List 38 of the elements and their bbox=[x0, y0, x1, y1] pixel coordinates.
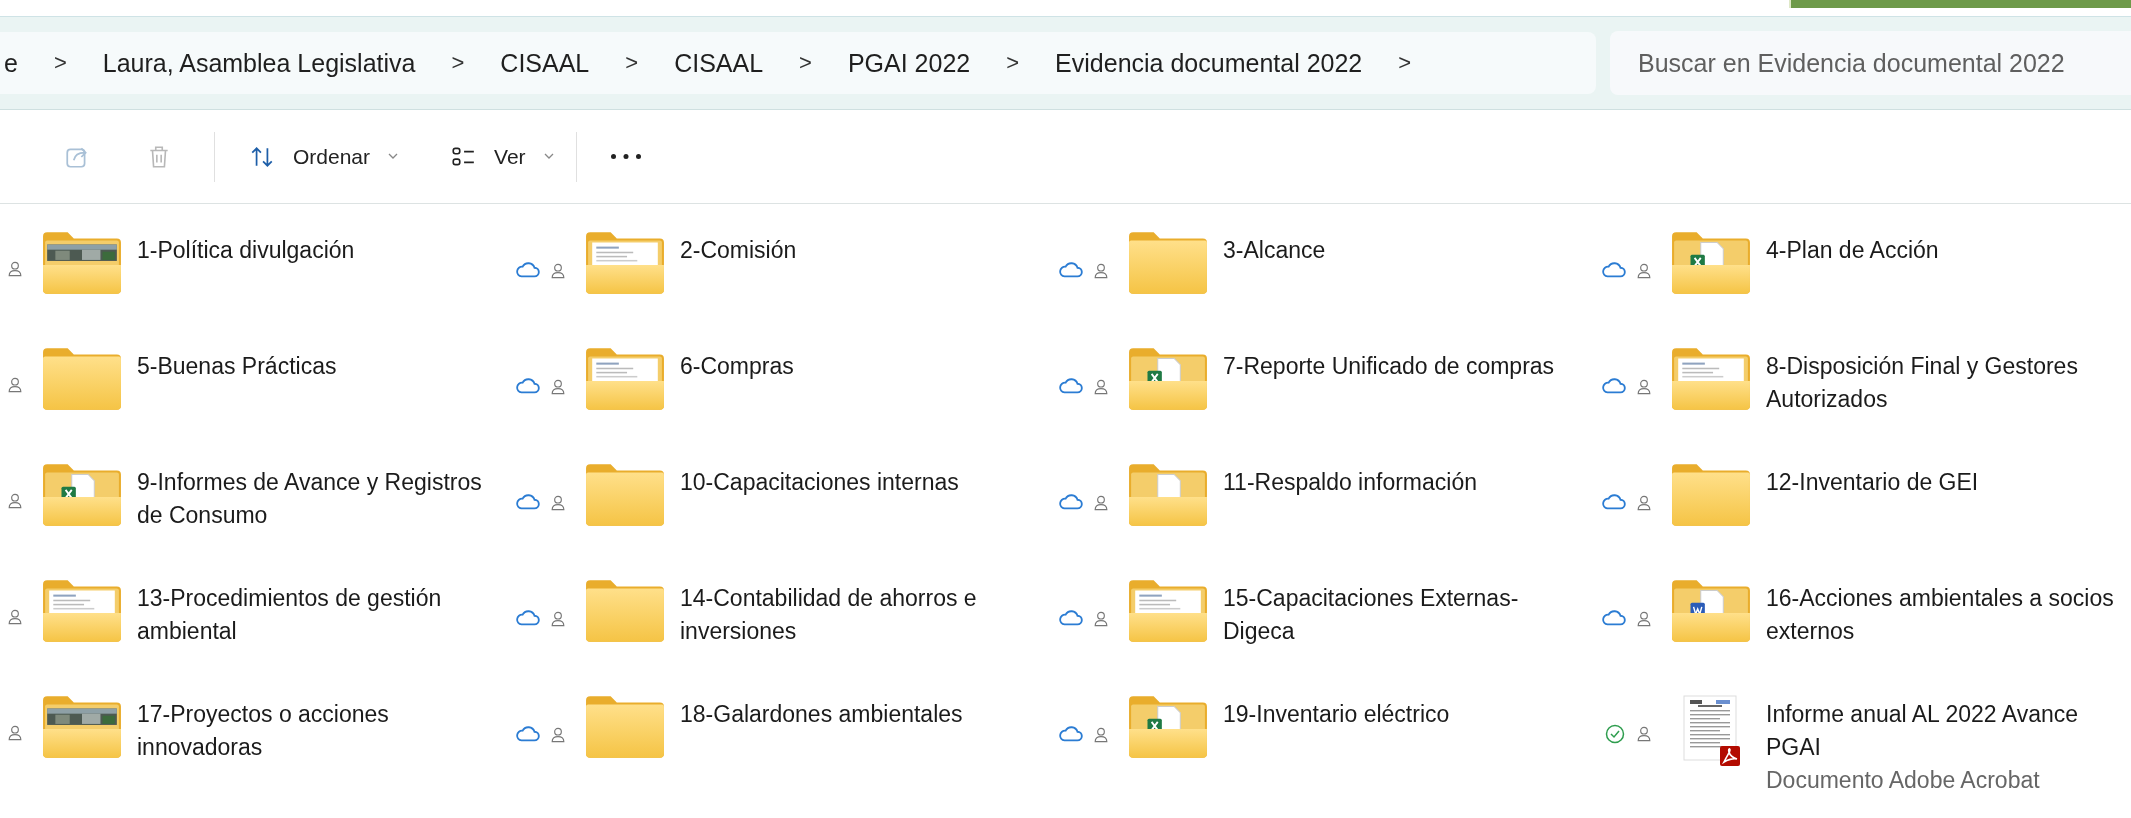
more-icon bbox=[610, 154, 641, 159]
item-name[interactable]: 16-Acciones ambientales a socios externos bbox=[1766, 582, 2116, 648]
breadcrumb-item[interactable]: Evidencia documental 2022 bbox=[1053, 48, 1365, 78]
item-name[interactable]: 14-Contabilidad de ahorros e inversiones bbox=[680, 582, 1030, 648]
view-button[interactable]: Ver bbox=[436, 131, 568, 182]
item-name[interactable]: Informe anual AL 2022 Avance PGAI bbox=[1766, 698, 2116, 764]
item-name[interactable]: 18-Galardones ambientales bbox=[680, 698, 1030, 731]
item-name[interactable]: 8-Disposición Final y Gestores Autorizados bbox=[1766, 350, 2116, 416]
chevron-icon[interactable]: > bbox=[1364, 50, 1446, 76]
sort-button[interactable]: Ordenar bbox=[235, 131, 413, 182]
breadcrumb-item[interactable]: PGAI 2022 bbox=[845, 48, 973, 78]
item-name[interactable]: 2-Comisión bbox=[680, 234, 1030, 267]
breadcrumb-item[interactable]: Laura, Asamblea Legislativa bbox=[100, 48, 418, 78]
item-name[interactable]: 17-Proyectos o acciones innovadoras bbox=[137, 698, 487, 764]
item-name[interactable]: 1-Política divulgación bbox=[137, 234, 487, 267]
item-name[interactable]: 4-Plan de Acción bbox=[1766, 234, 2116, 267]
item-name[interactable]: 3-Alcance bbox=[1223, 234, 1573, 267]
item-name[interactable]: 7-Reporte Unificado de compras bbox=[1223, 350, 1573, 383]
file-type: Documento Adobe Acrobat bbox=[1766, 766, 2041, 795]
chevron-icon[interactable]: > bbox=[19, 50, 101, 76]
item-name[interactable]: 12-Inventario de GEI bbox=[1766, 466, 2116, 499]
chevron-icon[interactable]: > bbox=[591, 50, 673, 76]
breadcrumb-item[interactable]: CISAAL bbox=[672, 48, 766, 78]
item-name[interactable]: 9-Informes de Avance y Registros de Consumo bbox=[137, 466, 487, 532]
item-name[interactable]: 13-Procedimientos de gestión ambiental bbox=[137, 582, 487, 648]
item-name[interactable]: 5-Buenas Prácticas bbox=[137, 350, 487, 383]
item-name[interactable]: 11-Respaldo información bbox=[1223, 466, 1573, 499]
address-bar[interactable]: e > Laura, Asamblea Legislativa > CISAAL > CISAAL > PGAI 2022 > Evidencia documental 2022 > bbox=[0, 32, 1596, 94]
chevron-icon[interactable]: > bbox=[972, 50, 1054, 76]
item-name[interactable]: 10-Capacitaciones internas bbox=[680, 466, 1030, 499]
item-name[interactable]: 19-Inventario eléctrico bbox=[1223, 698, 1573, 731]
breadcrumb-item[interactable]: e bbox=[2, 48, 20, 78]
item-name[interactable]: 15-Capacitaciones Externas-Digeca bbox=[1223, 582, 1573, 648]
search-field[interactable]: Buscar en Evidencia documental 2022 bbox=[1610, 31, 2131, 95]
chevron-icon[interactable]: > bbox=[417, 50, 499, 76]
breadcrumb-item[interactable]: CISAAL bbox=[498, 48, 592, 78]
chevron-icon[interactable]: > bbox=[765, 50, 846, 76]
item-name[interactable]: 6-Compras bbox=[680, 350, 1030, 383]
